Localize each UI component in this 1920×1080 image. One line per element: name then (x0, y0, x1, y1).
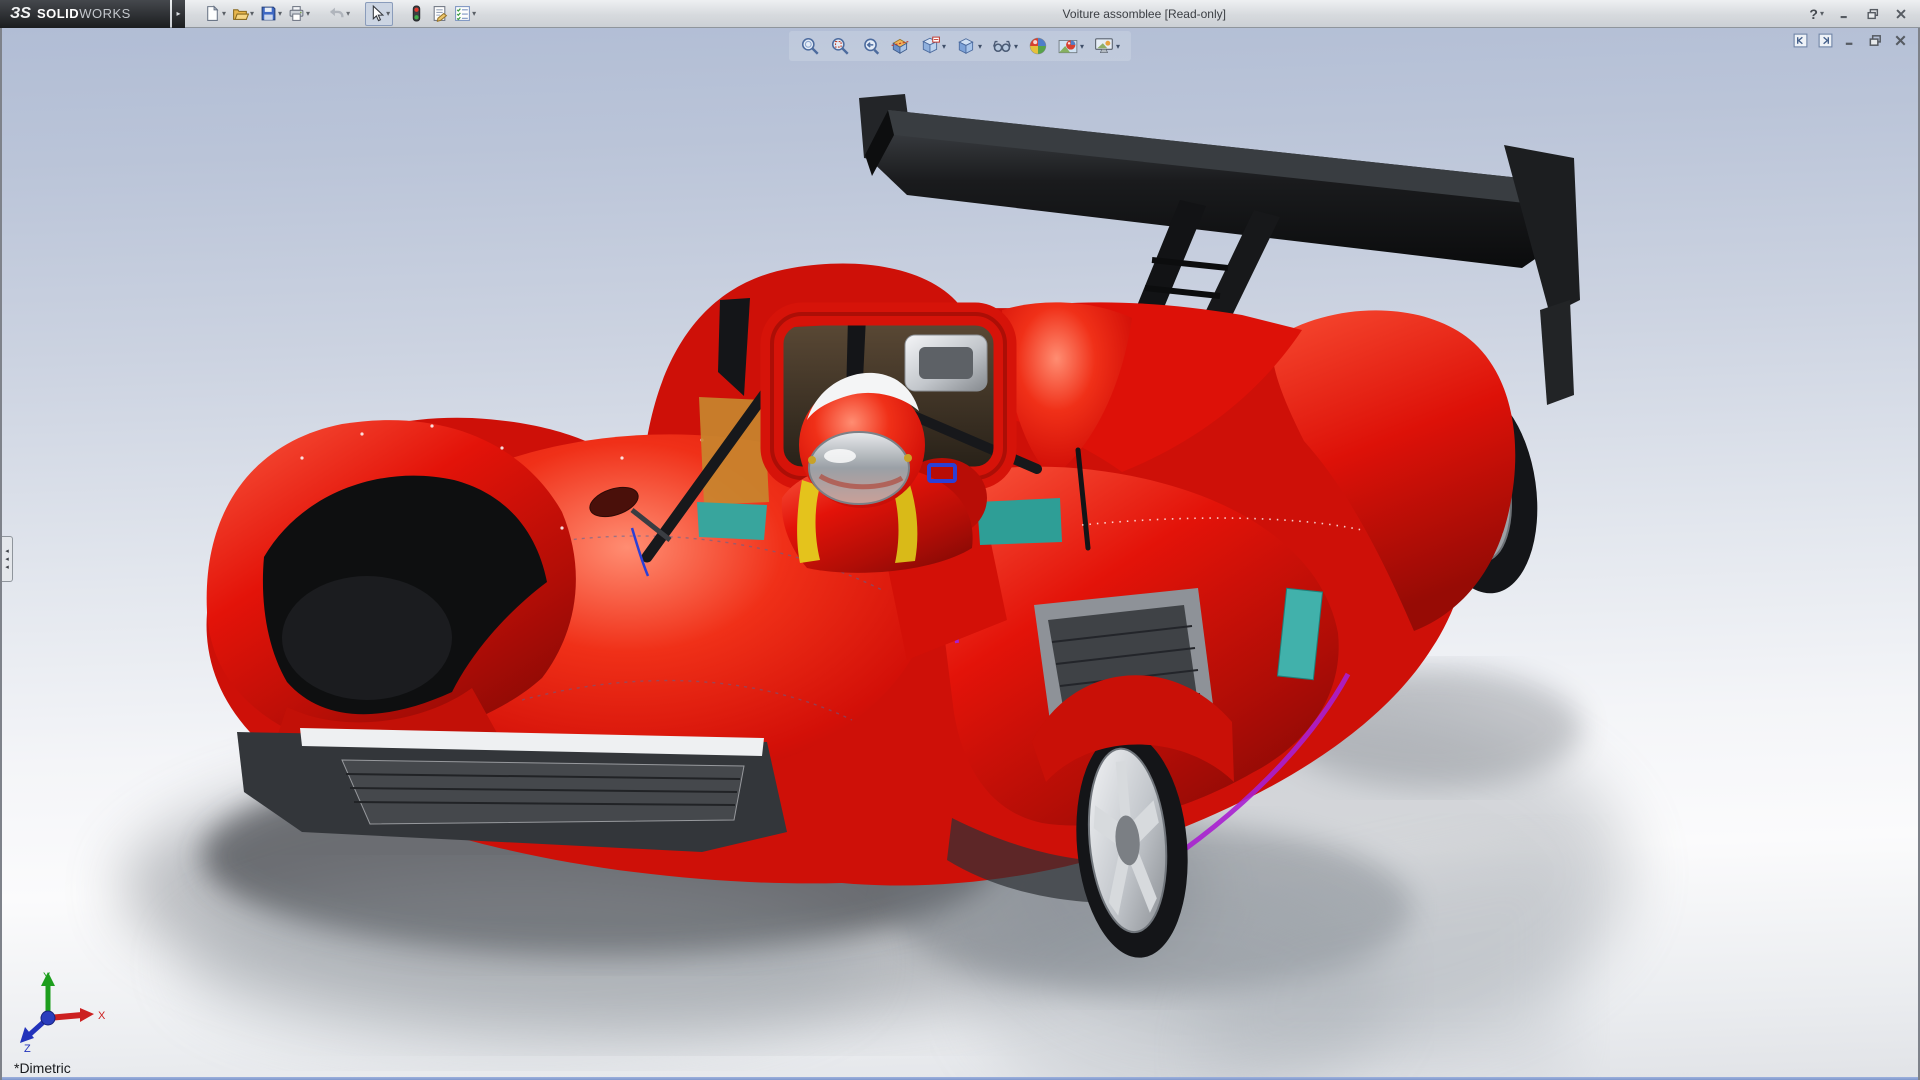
graphics-viewport[interactable]: ▾ ▾ ▾ ▾ ▾ ◂ ◂ ◂ Y X Z *Dimetric (0, 28, 1920, 1080)
dropdown-caret-icon[interactable]: ▾ (250, 9, 254, 18)
doc-minimize-button[interactable] (1843, 33, 1858, 48)
help-icon: ? (1809, 5, 1818, 22)
pane-right-icon (1818, 33, 1833, 48)
file-properties-icon (431, 5, 448, 22)
open-button[interactable]: ▾ (229, 2, 257, 26)
display-style-cube-icon (956, 36, 976, 56)
standard-toolbar: ▾ ▾ ▾ ▾ ▾ ▾ ▾ (201, 1, 479, 26)
collapse-arrow-icon: ◂ (5, 547, 9, 555)
solidworks-wordmark: SOLIDWORKS (36, 5, 131, 21)
model-scene (122, 94, 1632, 1080)
section-view-icon (890, 36, 910, 56)
zoom-to-fit-button[interactable] (797, 33, 823, 59)
titlebar: ЗS SOLIDWORKS ▸ ▾ ▾ ▾ ▾ ▾ ▾ ▾ Voiture assomble… (0, 0, 1920, 28)
collapse-arrow-icon: ◂ (5, 555, 9, 563)
triad-z-label: Z (24, 1043, 31, 1054)
rear-view-mirror (904, 334, 988, 392)
options-button[interactable]: ▾ (451, 2, 479, 26)
restore-icon (1868, 33, 1883, 48)
collapse-arrow-icon: ◂ (5, 563, 9, 571)
view-settings-icon (1094, 36, 1114, 56)
zoom-to-fit-icon (800, 36, 820, 56)
zoom-to-area-icon (830, 36, 850, 56)
pane-left-icon (1793, 33, 1808, 48)
display-style-button[interactable]: ▾ (953, 33, 985, 59)
triad-y-label: Y (43, 971, 51, 983)
eyeglasses-icon (992, 36, 1012, 56)
dropdown-caret-icon[interactable]: ▾ (472, 9, 476, 18)
help-button[interactable]: ? ▾ (1809, 6, 1824, 22)
doc-close-button[interactable] (1893, 33, 1908, 48)
save-icon (260, 5, 277, 22)
dropdown-caret-icon[interactable]: ▾ (1080, 42, 1084, 51)
print-icon (288, 5, 305, 22)
view-orientation-cube-icon (920, 36, 940, 56)
new-document-icon (204, 5, 221, 22)
edit-appearance-button[interactable] (1025, 33, 1051, 59)
show-right-pane-button[interactable] (1818, 33, 1833, 48)
open-folder-icon (232, 5, 250, 22)
section-view-button[interactable] (887, 33, 913, 59)
apply-scene-button[interactable]: ▾ (1055, 33, 1087, 59)
minimize-icon (1838, 7, 1852, 21)
show-left-pane-button[interactable] (1793, 33, 1808, 48)
undo-icon (328, 5, 345, 22)
close-icon (1893, 33, 1908, 48)
panel-collapse-handle[interactable]: ◂ ◂ ◂ (2, 536, 13, 582)
close-button[interactable] (1894, 7, 1908, 21)
save-button[interactable]: ▾ (257, 2, 285, 26)
view-settings-button[interactable]: ▾ (1091, 33, 1123, 59)
dropdown-caret-icon[interactable]: ▾ (942, 42, 946, 51)
close-icon (1894, 7, 1908, 21)
apply-scene-icon (1058, 36, 1078, 56)
print-button[interactable]: ▾ (285, 2, 313, 26)
window-title: Voiture assomblee [Read-only] (1062, 6, 1226, 21)
menu-expand-arrow-icon[interactable]: ▸ (172, 0, 185, 28)
previous-view-button[interactable] (857, 33, 883, 59)
rebuild-button[interactable] (405, 2, 428, 26)
solidworks-logo: ЗS SOLIDWORKS (0, 0, 170, 28)
dropdown-caret-icon[interactable]: ▾ (1116, 42, 1120, 51)
appearance-ball-icon (1028, 36, 1048, 56)
new-document-button[interactable]: ▾ (201, 2, 229, 26)
amber-side-window (699, 397, 769, 505)
solidworks-logo-icon: ЗS (10, 4, 31, 22)
titlebar-controls: ? ▾ (1809, 6, 1920, 22)
dropdown-caret-icon[interactable]: ▾ (346, 9, 350, 18)
minimize-icon (1843, 33, 1858, 48)
dropdown-caret-icon[interactable]: ▾ (386, 9, 390, 18)
select-button[interactable]: ▾ (365, 1, 394, 26)
minimize-button[interactable] (1838, 7, 1852, 21)
document-window-controls (1793, 33, 1908, 48)
zoom-to-area-button[interactable] (827, 33, 853, 59)
dropdown-caret-icon[interactable]: ▾ (978, 42, 982, 51)
view-orientation-label: *Dimetric (14, 1060, 71, 1076)
view-orientation-button[interactable]: ▾ (917, 33, 949, 59)
triad-x-label: X (98, 1010, 106, 1022)
rebuild-traffic-light-icon (408, 5, 425, 22)
file-properties-button[interactable] (428, 2, 451, 26)
dropdown-caret-icon[interactable]: ▾ (1014, 42, 1018, 51)
options-checklist-icon (454, 5, 471, 22)
restore-icon (1866, 7, 1880, 21)
previous-view-icon (860, 36, 880, 56)
hide-show-items-button[interactable]: ▾ (989, 33, 1021, 59)
dropdown-caret-icon[interactable]: ▾ (1820, 9, 1824, 18)
dropdown-caret-icon[interactable]: ▾ (306, 9, 310, 18)
dropdown-caret-icon[interactable]: ▾ (278, 9, 282, 18)
dropdown-caret-icon[interactable]: ▾ (222, 9, 226, 18)
headsup-view-toolbar: ▾ ▾ ▾ ▾ ▾ (788, 31, 1132, 61)
reference-triad: Y X Z (20, 971, 106, 1054)
restore-button[interactable] (1866, 7, 1880, 21)
doc-restore-button[interactable] (1868, 33, 1883, 48)
select-cursor-icon (368, 5, 385, 22)
undo-button[interactable]: ▾ (325, 2, 353, 26)
